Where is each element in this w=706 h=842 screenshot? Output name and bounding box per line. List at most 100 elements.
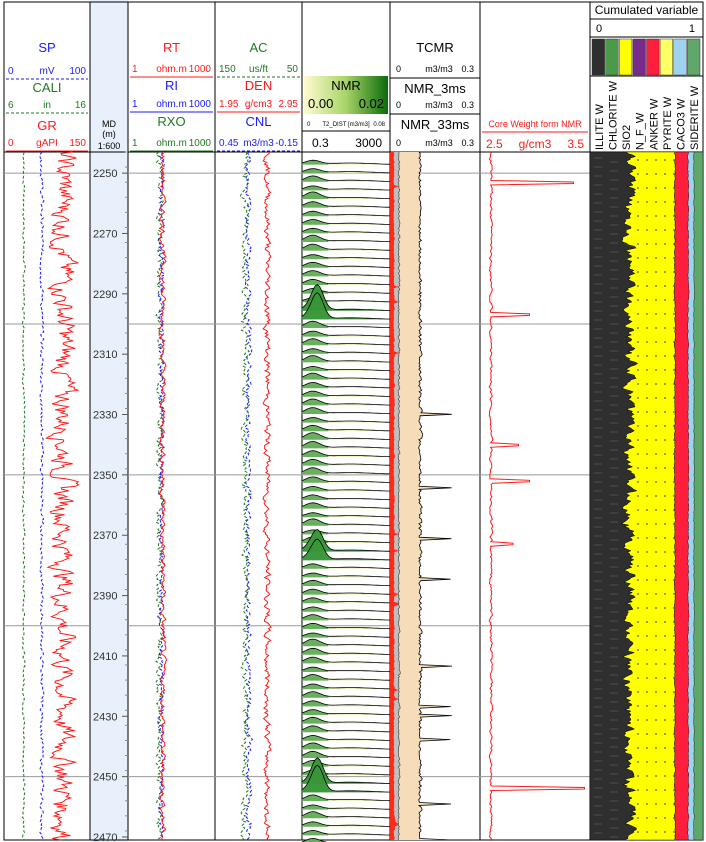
mineral-swatch bbox=[605, 38, 619, 76]
depth-tick-label: 2290 bbox=[93, 289, 117, 301]
sand-dot bbox=[673, 159, 675, 161]
sand-dot bbox=[655, 747, 657, 749]
sand-dot bbox=[646, 439, 648, 441]
nmr-min: 0.00 bbox=[308, 96, 333, 111]
sand-dot bbox=[673, 761, 675, 763]
sp-max: 100 bbox=[69, 66, 86, 77]
gr-min: 0 bbox=[8, 138, 14, 149]
nmr-t2-lobe bbox=[302, 348, 329, 354]
depth-tick-label: 2450 bbox=[93, 772, 117, 784]
sand-dot bbox=[646, 201, 648, 203]
sand-dot bbox=[673, 439, 675, 441]
ac-min: 150 bbox=[219, 64, 236, 75]
depth-tick-label: 2430 bbox=[93, 711, 117, 723]
sand-dot bbox=[673, 327, 675, 329]
sand-dot bbox=[664, 243, 666, 245]
sand-dot bbox=[673, 523, 675, 525]
nmr-t2-lobe bbox=[302, 467, 329, 475]
sand-dot bbox=[646, 831, 648, 833]
nmr3-title: NMR_3ms bbox=[404, 81, 466, 96]
sand-dot bbox=[637, 467, 639, 469]
gr-max: 150 bbox=[69, 138, 86, 149]
sand-dot bbox=[637, 593, 639, 595]
sand-dot bbox=[637, 663, 639, 665]
nmr-t2-lobe bbox=[302, 639, 329, 647]
nmr3-min: 0 bbox=[396, 100, 401, 110]
sand-dot bbox=[664, 397, 666, 399]
sand-dot bbox=[646, 677, 648, 679]
nmr-t2-lobe bbox=[302, 425, 329, 432]
sand-dot bbox=[655, 285, 657, 287]
sand-dot bbox=[673, 173, 675, 175]
sand-dot bbox=[673, 397, 675, 399]
sp-unit: mV bbox=[40, 66, 55, 77]
sand-dot bbox=[673, 509, 675, 511]
sand-dot bbox=[646, 733, 648, 735]
nmr-t2-lobe bbox=[302, 450, 329, 457]
sand-dot bbox=[664, 271, 666, 273]
sp-min: 0 bbox=[8, 66, 14, 77]
nmr-t2-lobe bbox=[302, 717, 329, 724]
sand-dot bbox=[664, 509, 666, 511]
sand-dot bbox=[673, 733, 675, 735]
sand-dot bbox=[655, 271, 657, 273]
sand-dot bbox=[655, 817, 657, 819]
sand-dot bbox=[664, 551, 666, 553]
sand-dot bbox=[664, 411, 666, 413]
sand-dot bbox=[673, 747, 675, 749]
sand-dot bbox=[673, 341, 675, 343]
sand-dot bbox=[646, 705, 648, 707]
den-unit: g/cm3 bbox=[245, 99, 273, 110]
nmr-t2-lobe bbox=[302, 502, 329, 509]
rt-curve bbox=[158, 151, 168, 841]
nmr-t2-lobe bbox=[302, 441, 329, 449]
well-log-chart: SP 0 mV 100 CALI 6 in 16 GR 0 gAPI 150 MD (m) 1:600 RT 1… bbox=[0, 0, 706, 842]
sand-dot bbox=[637, 383, 639, 385]
sand-dot bbox=[664, 635, 666, 637]
sp-title: SP bbox=[38, 40, 55, 55]
sand-dot bbox=[664, 817, 666, 819]
mineral-swatch bbox=[646, 38, 660, 76]
sand-dot bbox=[637, 229, 639, 231]
sand-dot bbox=[637, 411, 639, 413]
sand-dot bbox=[646, 271, 648, 273]
sand-dot bbox=[664, 621, 666, 623]
sand-dot bbox=[664, 565, 666, 567]
sand-dot bbox=[655, 159, 657, 161]
mineral-swatch bbox=[632, 38, 646, 76]
sand-dot bbox=[664, 285, 666, 287]
sand-dot bbox=[655, 649, 657, 651]
sand-dot bbox=[646, 607, 648, 609]
ri-title: RI bbox=[165, 78, 178, 93]
nmr3-max: 0.3 bbox=[461, 100, 474, 110]
sand-dot bbox=[637, 705, 639, 707]
sand-dot bbox=[637, 173, 639, 175]
sand-dot bbox=[637, 551, 639, 553]
sand-dot bbox=[637, 201, 639, 203]
nmr-t2-lobe bbox=[302, 657, 329, 664]
nmr-t2-lobe bbox=[302, 175, 329, 182]
sand-dot bbox=[637, 453, 639, 455]
nmr-t2-lobe bbox=[302, 691, 329, 698]
nmr-range-min: 0.3 bbox=[312, 136, 329, 150]
sand-dot bbox=[646, 551, 648, 553]
sand-dot bbox=[637, 397, 639, 399]
sand-dot bbox=[664, 187, 666, 189]
nmr-t2-lobe bbox=[302, 321, 329, 328]
rxo-unit: ohm.m bbox=[156, 138, 187, 149]
sand-dot bbox=[637, 817, 639, 819]
sand-dot bbox=[673, 831, 675, 833]
nmr-t2-lobe bbox=[302, 417, 329, 423]
mineral-label: CACO3 W bbox=[676, 98, 688, 150]
t2-min: 0 bbox=[307, 122, 311, 128]
sand-dot bbox=[673, 285, 675, 287]
sand-dot bbox=[655, 523, 657, 525]
ri-unit: ohm.m bbox=[156, 99, 187, 110]
sand-dot bbox=[655, 467, 657, 469]
ac-max: 50 bbox=[287, 64, 299, 75]
sand-dot bbox=[664, 691, 666, 693]
sand-dot bbox=[646, 159, 648, 161]
sand-dot bbox=[655, 635, 657, 637]
tcmr-max: 0.3 bbox=[461, 64, 474, 74]
tcmr-curve bbox=[417, 151, 453, 841]
